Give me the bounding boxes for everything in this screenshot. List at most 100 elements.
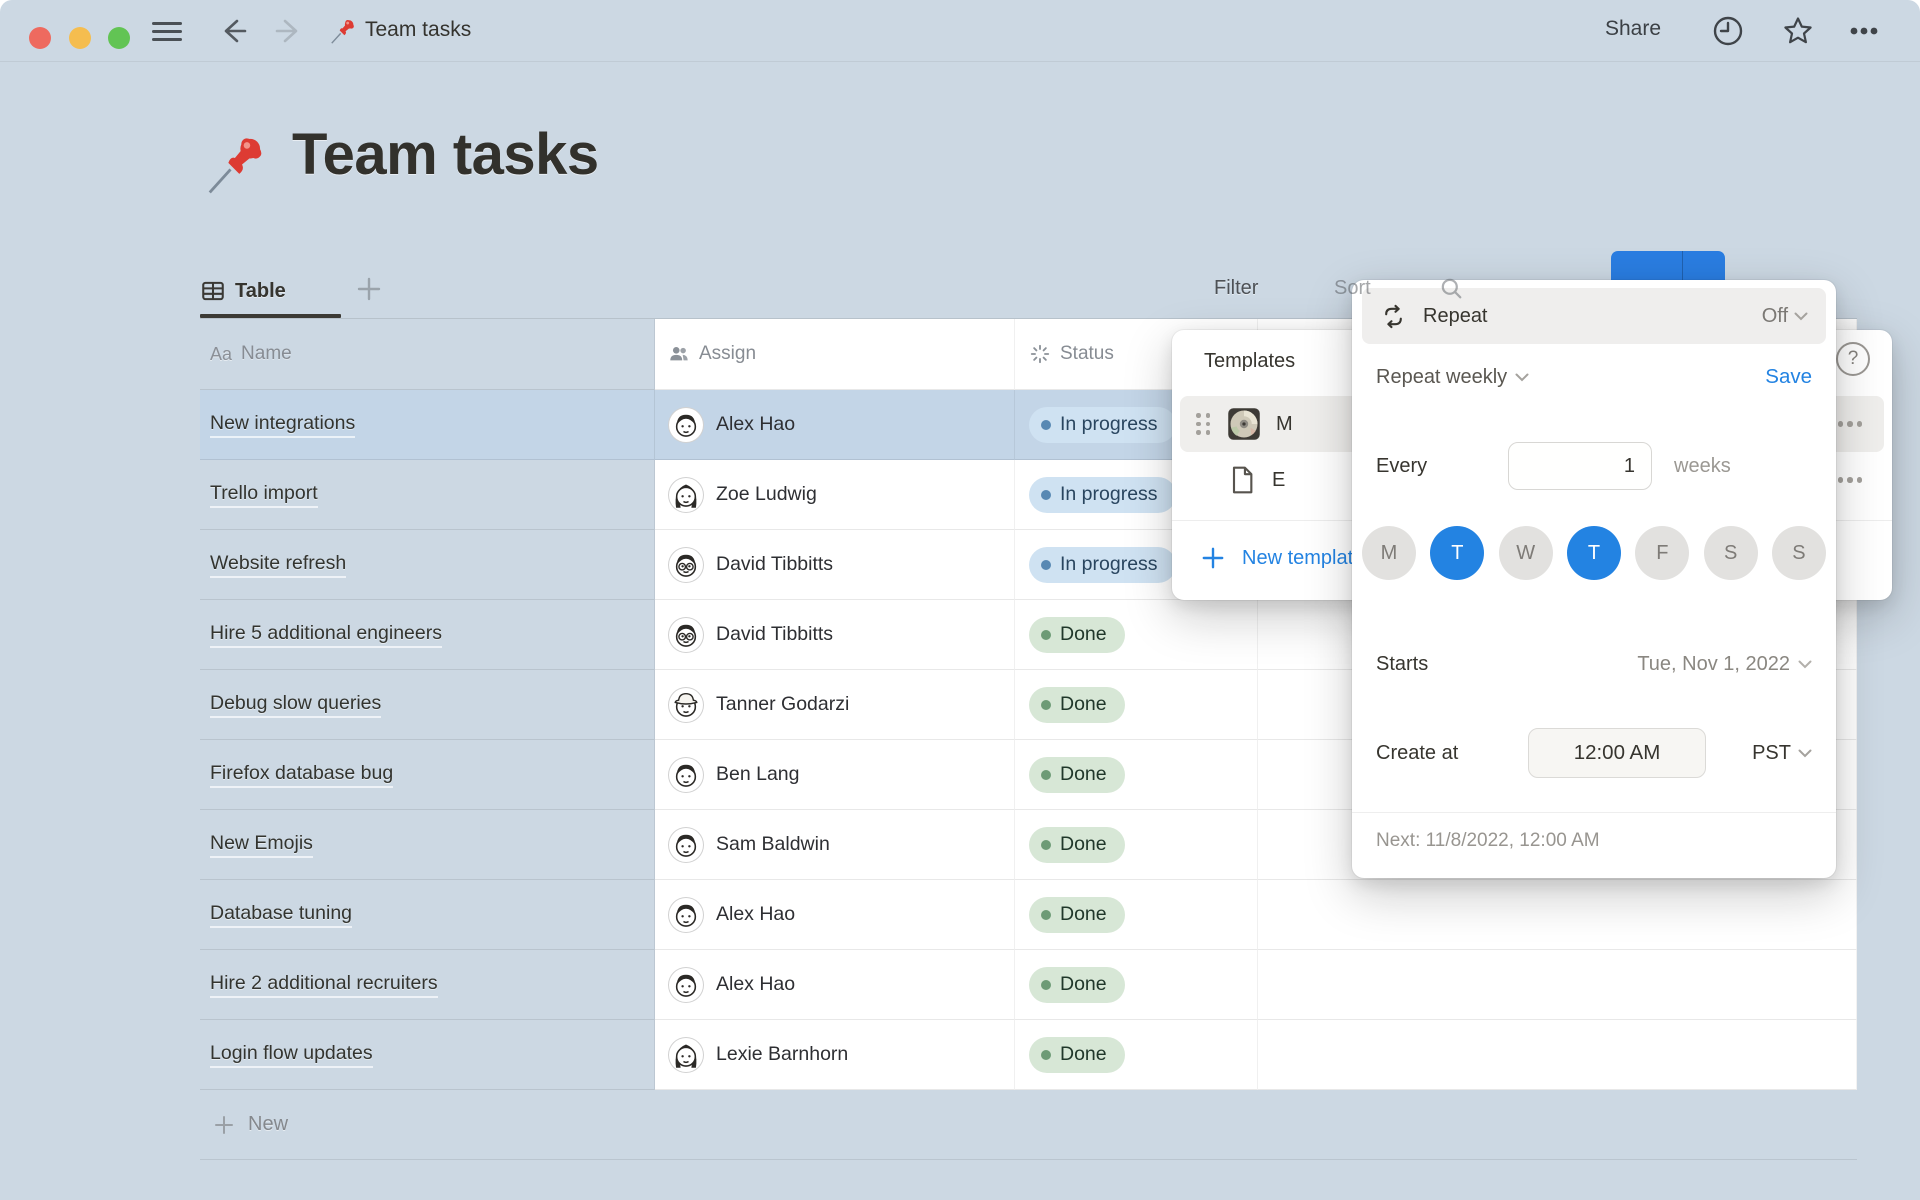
weekday-monday[interactable]: M xyxy=(1362,526,1416,580)
chevron-down-icon xyxy=(1798,749,1812,758)
interval-input[interactable]: 1 xyxy=(1508,442,1652,490)
assignee-cell[interactable]: Zoe Ludwig xyxy=(655,460,1015,530)
status-badge: Done xyxy=(1029,617,1125,653)
status-cell[interactable]: Done xyxy=(1015,740,1258,810)
weekday-wednesday[interactable]: W xyxy=(1499,526,1553,580)
status-cell[interactable]: Done xyxy=(1015,1020,1258,1090)
assignee-cell[interactable]: Tanner Godarzi xyxy=(655,670,1015,740)
weekday-thursday[interactable]: T xyxy=(1567,526,1621,580)
task-name-cell[interactable]: Login flow updates xyxy=(200,1020,655,1090)
window-title: Team tasks xyxy=(365,18,471,42)
assignee-avatar xyxy=(668,547,704,583)
task-name-cell[interactable]: Firefox database bug xyxy=(200,740,655,810)
assignee-cell[interactable]: Lexie Barnhorn xyxy=(655,1020,1015,1090)
task-name-cell[interactable]: Website refresh xyxy=(200,530,655,600)
page-pin-icon xyxy=(201,128,271,200)
sort-button[interactable]: Sort xyxy=(1334,277,1371,300)
drag-handle-icon[interactable] xyxy=(1196,413,1212,435)
assignee-avatar xyxy=(668,687,704,723)
add-view-icon[interactable] xyxy=(352,272,386,306)
filter-button[interactable]: Filter xyxy=(1214,277,1258,300)
forward-arrow-icon[interactable] xyxy=(272,14,306,48)
search-icon[interactable] xyxy=(1438,275,1465,302)
cd-icon xyxy=(1226,406,1262,442)
chevron-down-icon xyxy=(1515,373,1529,382)
template-item-label: M xyxy=(1276,413,1293,436)
repeat-popup-divider xyxy=(1352,812,1836,813)
create-at-label: Create at xyxy=(1376,742,1458,765)
template-more-icon[interactable] xyxy=(1830,465,1870,495)
save-button[interactable]: Save xyxy=(1765,365,1812,389)
empty-cell xyxy=(1258,950,1857,1020)
status-property-icon xyxy=(1029,343,1051,365)
zoom-window-button[interactable] xyxy=(108,27,130,49)
assignee-cell[interactable]: David Tibbitts xyxy=(655,530,1015,600)
plus-icon xyxy=(212,1113,236,1137)
table-row: Login flow updates Lexie Barnhorn Done xyxy=(200,1020,1857,1090)
start-date-dropdown[interactable]: Tue, Nov 1, 2022 xyxy=(1637,653,1812,676)
minimize-window-button[interactable] xyxy=(69,27,91,49)
task-name-cell[interactable]: Database tuning xyxy=(200,880,655,950)
assignee-cell[interactable]: Sam Baldwin xyxy=(655,810,1015,880)
assignee-avatar xyxy=(668,407,704,443)
task-name-cell[interactable]: Hire 2 additional recruiters xyxy=(200,950,655,1020)
task-name-cell[interactable]: Trello import xyxy=(200,460,655,530)
time-input[interactable]: 12:00 AM xyxy=(1528,728,1706,778)
status-cell[interactable]: Done xyxy=(1015,810,1258,880)
interval-unit-label: weeks xyxy=(1674,455,1731,478)
task-name-cell[interactable]: New Emojis xyxy=(200,810,655,880)
share-button[interactable]: Share xyxy=(1605,17,1661,41)
help-button[interactable]: ? xyxy=(1836,342,1870,376)
favorite-star-icon[interactable] xyxy=(1780,13,1816,49)
task-name-cell[interactable]: Hire 5 additional engineers xyxy=(200,600,655,670)
status-cell[interactable]: Done xyxy=(1015,880,1258,950)
assignee-avatar xyxy=(668,757,704,793)
tab-table[interactable]: Table xyxy=(200,266,286,316)
weekday-saturday[interactable]: S xyxy=(1704,526,1758,580)
toolbar-ghost-group: Sort xyxy=(1334,275,1474,302)
add-row-button[interactable]: New xyxy=(200,1090,1857,1160)
repeat-icon xyxy=(1380,303,1407,330)
person-property-icon xyxy=(668,343,690,365)
close-window-button[interactable] xyxy=(29,27,51,49)
task-name-cell[interactable]: New integrations xyxy=(200,390,655,460)
assignee-avatar xyxy=(668,897,704,933)
weekday-tuesday[interactable]: T xyxy=(1430,526,1484,580)
status-badge: Done xyxy=(1029,827,1125,863)
more-options-icon[interactable] xyxy=(1846,13,1882,49)
assignee-cell[interactable]: Alex Hao xyxy=(655,880,1015,950)
text-property-icon: Aa xyxy=(210,344,232,365)
repeat-off-dropdown[interactable]: Off xyxy=(1762,305,1808,328)
status-badge: Done xyxy=(1029,967,1125,1003)
page-title: Team tasks xyxy=(292,121,599,188)
column-header-assign[interactable]: Assign xyxy=(655,319,1015,390)
assignee-avatar xyxy=(668,827,704,863)
weekday-sunday[interactable]: S xyxy=(1772,526,1826,580)
assignee-cell[interactable]: David Tibbitts xyxy=(655,600,1015,670)
repeat-label: Repeat xyxy=(1423,305,1488,328)
weekday-friday[interactable]: F xyxy=(1635,526,1689,580)
table-view-icon xyxy=(200,278,226,304)
assignee-cell[interactable]: Alex Hao xyxy=(655,950,1015,1020)
app-window: Team tasks Share Team tasks Table xyxy=(0,0,1920,1200)
assignee-avatar xyxy=(668,617,704,653)
assignee-cell[interactable]: Alex Hao xyxy=(655,390,1015,460)
timezone-dropdown[interactable]: PST xyxy=(1752,742,1812,765)
task-name-cell[interactable]: Debug slow queries xyxy=(200,670,655,740)
pin-icon xyxy=(328,16,358,46)
sidebar-menu-icon[interactable] xyxy=(152,22,182,41)
status-badge: In progress xyxy=(1029,547,1176,583)
frequency-dropdown[interactable]: Repeat weekly xyxy=(1376,366,1529,389)
assignee-cell[interactable]: Ben Lang xyxy=(655,740,1015,810)
status-cell[interactable]: Done xyxy=(1015,950,1258,1020)
template-more-icon[interactable] xyxy=(1830,409,1870,439)
history-clock-icon[interactable] xyxy=(1710,13,1746,49)
column-header-name[interactable]: Aa Name xyxy=(200,319,655,390)
status-cell[interactable]: Done xyxy=(1015,600,1258,670)
empty-cell xyxy=(1258,880,1857,950)
assignee-avatar xyxy=(668,967,704,1003)
assignee-avatar xyxy=(668,1037,704,1073)
status-cell[interactable]: Done xyxy=(1015,670,1258,740)
table-row: Database tuning Alex Hao Done xyxy=(200,880,1857,950)
back-arrow-icon[interactable] xyxy=(216,14,250,48)
